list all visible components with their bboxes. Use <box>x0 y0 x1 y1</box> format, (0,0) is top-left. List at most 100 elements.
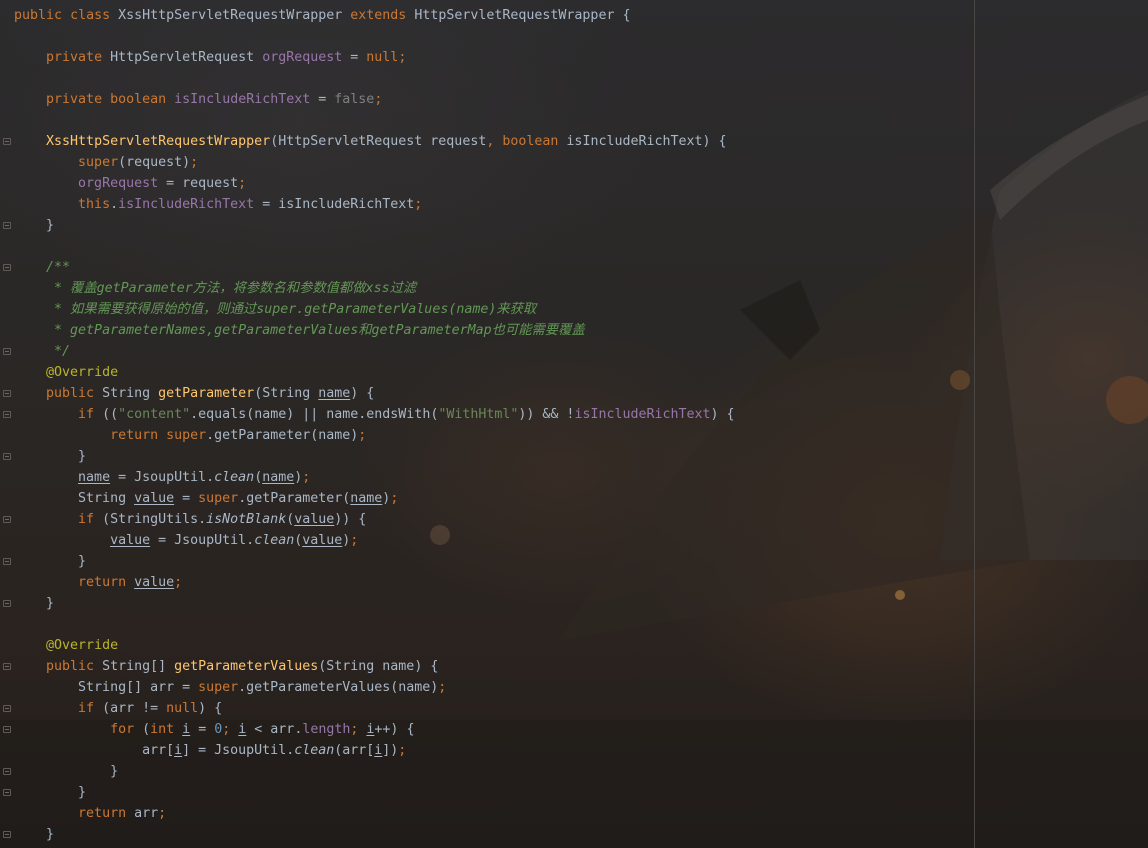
code-token: String <box>94 386 159 401</box>
code-token: } <box>14 596 55 611</box>
fold-marker-icon[interactable] <box>3 705 11 712</box>
code-token: if <box>78 701 95 716</box>
code-line[interactable]: ​ <box>14 110 735 131</box>
code-token: .equals(name) || name.endsWith( <box>190 407 439 422</box>
code-token: i <box>174 743 183 758</box>
code-line[interactable]: XssHttpServletRequestWrapper(HttpServlet… <box>14 131 735 152</box>
fold-marker-icon[interactable] <box>3 726 11 733</box>
code-token: this <box>78 197 111 212</box>
code-token: ; <box>302 470 311 485</box>
code-token: = isIncludeRichText <box>254 197 415 212</box>
code-token: super <box>166 428 207 443</box>
code-line[interactable]: return value; <box>14 572 735 593</box>
code-line[interactable]: } <box>14 446 735 467</box>
fold-marker-icon[interactable] <box>3 831 11 838</box>
code-token: * 覆盖getParameter方法，将参数名和参数值都做xss过滤 <box>54 281 417 296</box>
code-line[interactable]: ​ <box>14 236 735 257</box>
fold-marker-icon[interactable] <box>3 222 11 229</box>
fold-marker-icon[interactable] <box>3 411 11 418</box>
code-line[interactable]: * 如果需要获得原始的值，则通过super.getParameterValues… <box>14 299 735 320</box>
code-line[interactable]: String value = super.getParameter(name); <box>14 488 735 509</box>
code-line[interactable]: if (arr != null) { <box>14 698 735 719</box>
code-token: (arr != <box>94 701 167 716</box>
code-editor[interactable]: public class XssHttpServletRequestWrappe… <box>0 0 1148 848</box>
code-line[interactable]: if (StringUtils.isNotBlank(value)) { <box>14 509 735 530</box>
fold-marker-icon[interactable] <box>3 558 11 565</box>
code-line[interactable]: arr[i] = JsoupUtil.clean(arr[i]); <box>14 740 735 761</box>
fold-marker-icon[interactable] <box>3 264 11 271</box>
code-line[interactable]: String[] arr = super.getParameterValues(… <box>14 677 735 698</box>
code-line[interactable]: public class XssHttpServletRequestWrappe… <box>14 5 735 26</box>
code-line[interactable]: * getParameterNames,getParameterValues和g… <box>14 320 735 341</box>
code-token: ; <box>414 197 423 212</box>
code-line[interactable]: ​ <box>14 26 735 47</box>
code-line[interactable]: ​ <box>14 614 735 635</box>
code-line[interactable]: for (int i = 0; i < arr.length; i++) { <box>14 719 735 740</box>
code-line[interactable]: return super.getParameter(name); <box>14 425 735 446</box>
code-token: @Override <box>46 365 119 380</box>
code-line[interactable]: /** <box>14 257 735 278</box>
fold-marker-icon[interactable] <box>3 600 11 607</box>
code-line[interactable]: * 覆盖getParameter方法，将参数名和参数值都做xss过滤 <box>14 278 735 299</box>
code-line[interactable]: } <box>14 824 735 845</box>
code-token: getParameter <box>158 386 255 401</box>
fold-marker-icon[interactable] <box>3 663 11 670</box>
fold-marker-icon[interactable] <box>3 768 11 775</box>
code-line[interactable]: private boolean isIncludeRichText = fals… <box>14 89 735 110</box>
code-token: arr[ <box>14 743 175 758</box>
code-token: isIncludeRichText <box>174 92 311 107</box>
code-token: orgRequest <box>78 176 159 191</box>
code-token: ; <box>174 575 183 590</box>
code-line[interactable]: @Override <box>14 362 735 383</box>
code-line[interactable]: ​ <box>14 68 735 89</box>
code-token: isIncludeRichText) { <box>558 134 727 149</box>
code-line[interactable]: name = JsoupUtil.clean(name); <box>14 467 735 488</box>
code-token: "WithHtml" <box>438 407 519 422</box>
code-line[interactable]: */ <box>14 341 735 362</box>
code-line[interactable]: public String[] getParameterValues(Strin… <box>14 656 735 677</box>
code-content[interactable]: public class XssHttpServletRequestWrappe… <box>14 5 735 845</box>
fold-marker-icon[interactable] <box>3 789 11 796</box>
code-token: int <box>150 722 175 737</box>
code-token: < arr. <box>246 722 303 737</box>
code-line[interactable]: value = JsoupUtil.clean(value); <box>14 530 735 551</box>
fold-marker-icon[interactable] <box>3 516 11 523</box>
fold-marker-icon[interactable] <box>3 348 11 355</box>
code-line[interactable]: if (("content".equals(name) || name.ends… <box>14 404 735 425</box>
code-line[interactable]: private HttpServletRequest orgRequest = … <box>14 47 735 68</box>
code-token: (( <box>94 407 119 422</box>
fold-marker-icon[interactable] <box>3 138 11 145</box>
code-token: * getParameterNames,getParameterValues和g… <box>54 323 585 338</box>
code-token: ++) { <box>374 722 415 737</box>
code-line[interactable]: } <box>14 551 735 572</box>
code-line[interactable]: } <box>14 215 735 236</box>
code-line[interactable]: return arr; <box>14 803 735 824</box>
code-line[interactable]: } <box>14 782 735 803</box>
fold-marker-icon[interactable] <box>3 453 11 460</box>
code-token: value <box>134 491 175 506</box>
code-line[interactable]: orgRequest = request; <box>14 173 735 194</box>
code-token: String[] <box>94 659 175 674</box>
code-line[interactable]: public String getParameter(String name) … <box>14 383 735 404</box>
code-token: (String <box>254 386 319 401</box>
fold-marker-icon[interactable] <box>3 390 11 397</box>
code-line[interactable]: } <box>14 593 735 614</box>
code-token: ) { <box>350 386 375 401</box>
code-line[interactable]: @Override <box>14 635 735 656</box>
code-token: return <box>110 428 159 443</box>
code-token: ; <box>398 50 407 65</box>
code-line[interactable]: this.isIncludeRichText = isIncludeRichTe… <box>14 194 735 215</box>
code-line[interactable]: super(request); <box>14 152 735 173</box>
code-token: i <box>182 722 191 737</box>
code-line[interactable]: } <box>14 761 735 782</box>
code-token: = request <box>158 176 239 191</box>
